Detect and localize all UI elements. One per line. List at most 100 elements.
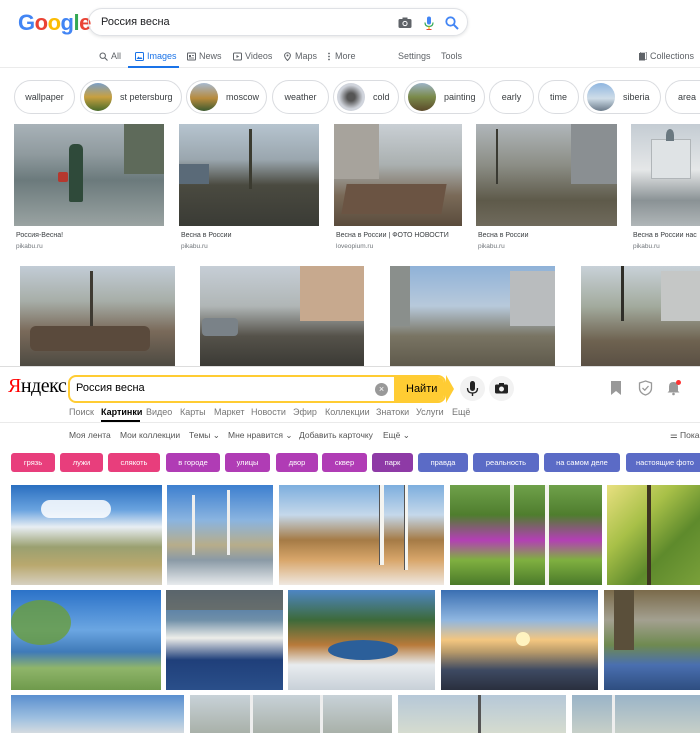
tab-videos[interactable]: Videos xyxy=(233,49,272,63)
tab-images[interactable]: Images xyxy=(135,49,177,63)
result-caption[interactable]: Весна в России нас xyxy=(633,232,700,239)
nav-images[interactable]: Картинки xyxy=(101,407,142,417)
yandex-search-button[interactable]: Найти xyxy=(394,377,444,401)
chip-weather[interactable]: weather xyxy=(272,80,329,114)
result-image[interactable] xyxy=(190,695,392,733)
nav-maps[interactable]: Карты xyxy=(180,407,206,417)
subnav-likes[interactable]: Мне нравится ⌄ xyxy=(228,430,292,441)
subnav-my-feed[interactable]: Моя лента xyxy=(69,430,111,440)
tag-chip[interactable]: слякоть xyxy=(108,453,160,472)
chip-moscow[interactable]: moscow xyxy=(186,80,267,114)
tab-news[interactable]: News xyxy=(187,49,222,63)
result-image[interactable] xyxy=(607,485,700,585)
result-image[interactable] xyxy=(279,485,444,585)
subnav-add-card[interactable]: Добавить карточку xyxy=(299,430,373,440)
result-caption[interactable]: Весна в России xyxy=(181,232,319,239)
result-image[interactable] xyxy=(441,590,598,690)
mic-icon xyxy=(466,381,479,396)
result-image[interactable] xyxy=(398,695,566,733)
subnav-filters[interactable]: ⚌ Пока xyxy=(670,430,700,441)
image-search-button[interactable] xyxy=(489,376,514,401)
result-image[interactable] xyxy=(450,485,602,585)
result-image[interactable] xyxy=(179,124,319,226)
result-image[interactable] xyxy=(581,266,700,366)
result-image[interactable] xyxy=(631,124,700,226)
nav-search[interactable]: Поиск xyxy=(69,407,94,417)
google-search-box[interactable]: Россия весна xyxy=(88,8,468,36)
result-image[interactable] xyxy=(572,695,700,733)
yandex-search-box[interactable]: Россия весна × Найти xyxy=(68,375,446,403)
result-image[interactable] xyxy=(604,590,700,690)
tag-chip[interactable]: в городе xyxy=(166,453,220,472)
result-image[interactable] xyxy=(200,266,364,366)
tag-chip[interactable]: лужи xyxy=(60,453,103,472)
voice-search-button[interactable] xyxy=(460,376,485,401)
tab-maps[interactable]: Maps xyxy=(283,49,317,63)
shield-icon[interactable] xyxy=(638,380,653,396)
result-image[interactable] xyxy=(334,124,462,226)
nav-efir[interactable]: Эфир xyxy=(293,407,317,417)
result-image[interactable] xyxy=(14,124,164,226)
chip-cold[interactable]: cold xyxy=(333,80,399,114)
tag-chip[interactable]: на самом деле xyxy=(544,453,620,472)
chip-siberia[interactable]: siberia xyxy=(583,80,661,114)
tab-more[interactable]: More xyxy=(326,49,356,63)
nav-market[interactable]: Маркет xyxy=(214,407,244,417)
nav-services[interactable]: Услуги xyxy=(416,407,444,417)
tab-all[interactable]: All xyxy=(99,49,121,63)
result-image[interactable] xyxy=(288,590,435,690)
google-logo[interactable]: Google xyxy=(18,10,91,36)
chip-area[interactable]: area xyxy=(665,80,700,114)
chip-st-petersburg[interactable]: st petersburg xyxy=(80,80,182,114)
subnav-more[interactable]: Ещё ⌄ xyxy=(383,430,410,441)
chip-wallpaper[interactable]: wallpaper xyxy=(14,80,75,114)
water-shape xyxy=(328,640,398,660)
google-logo-letter: o xyxy=(47,10,61,35)
tag-chip[interactable]: двор xyxy=(276,453,318,472)
result-source: pikabu.ru xyxy=(478,243,505,250)
result-image[interactable] xyxy=(476,124,617,226)
tag-chip[interactable]: улицы xyxy=(225,453,270,472)
subnav-topics[interactable]: Темы ⌄ xyxy=(189,430,220,441)
tag-chip[interactable]: реальность xyxy=(473,453,539,472)
camera-icon[interactable] xyxy=(397,15,413,31)
bell-icon[interactable] xyxy=(666,379,682,396)
result-image[interactable] xyxy=(11,590,161,690)
search-icon[interactable] xyxy=(444,15,460,31)
collections-link[interactable]: Collections xyxy=(638,49,694,63)
tag-chip[interactable]: настоящие фото xyxy=(626,453,700,472)
tag-chip[interactable]: сквер xyxy=(322,453,367,472)
mic-icon[interactable] xyxy=(421,15,437,31)
tag-chip[interactable]: правда xyxy=(418,453,468,472)
result-image[interactable] xyxy=(390,266,555,366)
result-caption[interactable]: Весна в России | ФОТО НОВОСТИ xyxy=(336,232,462,239)
subnav-my-collections[interactable]: Мои коллекции xyxy=(120,430,180,440)
nav-collections[interactable]: Коллекции xyxy=(325,407,370,417)
video-icon xyxy=(233,52,242,60)
settings-link[interactable]: Settings xyxy=(398,49,431,63)
result-caption[interactable]: Россия-Весна! xyxy=(16,232,164,239)
birch-shape xyxy=(612,695,615,733)
clear-icon[interactable]: × xyxy=(375,383,388,396)
bookmark-icon[interactable] xyxy=(609,380,623,396)
google-search-input[interactable]: Россия весна xyxy=(101,16,170,28)
result-caption[interactable]: Весна в России xyxy=(478,232,617,239)
chip-time[interactable]: time xyxy=(538,80,579,114)
yandex-search-input[interactable]: Россия весна xyxy=(76,382,145,394)
building-shape xyxy=(124,124,164,174)
nav-experts[interactable]: Знатоки xyxy=(376,407,409,417)
yandex-logo[interactable]: Яндекс xyxy=(8,375,67,398)
result-image[interactable] xyxy=(166,590,283,690)
nav-more[interactable]: Ещё xyxy=(452,407,470,417)
nav-news[interactable]: Новости xyxy=(251,407,286,417)
chip-early[interactable]: early xyxy=(489,80,534,114)
chip-painting[interactable]: painting xyxy=(404,80,485,114)
result-image[interactable] xyxy=(11,695,184,733)
nav-video[interactable]: Видео xyxy=(146,407,172,417)
result-image[interactable] xyxy=(11,485,162,585)
tag-chip[interactable]: парк xyxy=(372,453,413,472)
result-image[interactable] xyxy=(20,266,175,366)
tag-chip[interactable]: грязь xyxy=(11,453,55,472)
tools-link[interactable]: Tools xyxy=(441,49,462,63)
result-image[interactable] xyxy=(167,485,273,585)
